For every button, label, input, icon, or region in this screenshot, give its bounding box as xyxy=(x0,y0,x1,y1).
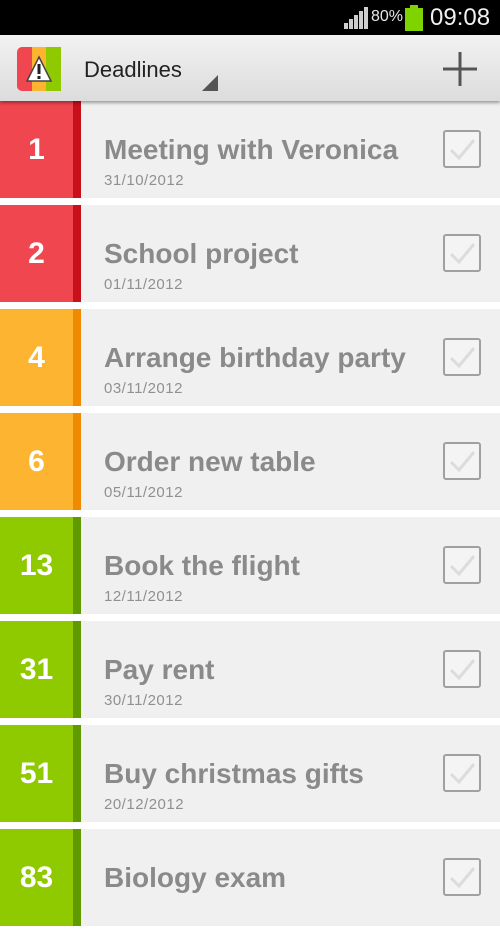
deadline-title: Biology exam xyxy=(104,862,287,893)
complete-checkbox[interactable] xyxy=(442,129,482,169)
complete-checkbox[interactable] xyxy=(442,337,482,377)
days-remaining-badge: 2 xyxy=(0,205,73,302)
days-remaining-badge: 1 xyxy=(0,101,73,198)
app-logo-icon[interactable] xyxy=(17,47,61,91)
urgency-accent-stripe xyxy=(73,309,81,406)
add-deadline-button[interactable] xyxy=(440,49,480,89)
urgency-accent-stripe xyxy=(73,205,81,302)
deadline-row[interactable]: 4 Arrange birthday party 03/11/2012 xyxy=(0,309,500,406)
complete-checkbox[interactable] xyxy=(442,545,482,585)
deadline-row[interactable]: 51 Buy christmas gifts 20/12/2012 xyxy=(0,725,500,822)
deadline-row[interactable]: 13 Book the flight 12/11/2012 xyxy=(0,517,500,614)
complete-checkbox[interactable] xyxy=(442,441,482,481)
deadline-row[interactable]: 2 School project 01/11/2012 xyxy=(0,205,500,302)
urgency-accent-stripe xyxy=(73,621,81,718)
battery-percentage: 80% xyxy=(371,8,404,25)
deadline-date: 03/11/2012 xyxy=(104,380,183,397)
deadline-title: Pay rent xyxy=(104,654,215,685)
action-bar: Deadlines xyxy=(0,35,500,101)
complete-checkbox[interactable] xyxy=(442,649,482,689)
deadline-list: 1 Meeting with Veronica 31/10/2012 2 School … xyxy=(0,101,500,933)
days-remaining-badge: 6 xyxy=(0,413,73,510)
complete-checkbox[interactable] xyxy=(442,753,482,793)
days-remaining-badge: 31 xyxy=(0,621,73,718)
deadline-title: School project xyxy=(104,238,299,269)
status-bar: 80% 09:08 xyxy=(0,0,500,35)
complete-checkbox[interactable] xyxy=(442,857,482,897)
urgency-accent-stripe xyxy=(73,413,81,510)
urgency-accent-stripe xyxy=(73,517,81,614)
deadline-title: Buy christmas gifts xyxy=(104,758,364,789)
deadline-row[interactable]: 31 Pay rent 30/11/2012 xyxy=(0,621,500,718)
days-remaining-badge: 13 xyxy=(0,517,73,614)
days-remaining-badge: 4 xyxy=(0,309,73,406)
battery-icon xyxy=(405,5,423,31)
plus-icon xyxy=(443,52,477,86)
days-remaining-badge: 83 xyxy=(0,829,73,926)
clock: 09:08 xyxy=(430,4,491,31)
deadline-date: 12/11/2012 xyxy=(104,588,183,605)
list-title: Deadlines xyxy=(84,57,182,82)
deadline-date: 30/11/2012 xyxy=(104,692,183,709)
days-remaining-badge: 51 xyxy=(0,725,73,822)
deadline-row[interactable]: 1 Meeting with Veronica 31/10/2012 xyxy=(0,101,500,198)
deadline-row[interactable]: 83 Biology exam xyxy=(0,829,500,926)
deadline-title: Arrange birthday party xyxy=(104,342,406,373)
deadline-date: 31/10/2012 xyxy=(104,172,185,189)
list-selector-spinner[interactable]: Deadlines xyxy=(84,45,224,93)
deadline-title: Order new table xyxy=(104,446,316,477)
deadline-date: 05/11/2012 xyxy=(104,484,183,501)
dropdown-caret-icon xyxy=(202,75,218,91)
deadline-title: Book the flight xyxy=(104,550,300,581)
deadline-date: 01/11/2012 xyxy=(104,276,183,293)
urgency-accent-stripe xyxy=(73,101,81,198)
urgency-accent-stripe xyxy=(73,725,81,822)
deadline-row[interactable]: 6 Order new table 05/11/2012 xyxy=(0,413,500,510)
deadline-title: Meeting with Veronica xyxy=(104,134,399,165)
urgency-accent-stripe xyxy=(73,829,81,926)
complete-checkbox[interactable] xyxy=(442,233,482,273)
deadline-date: 20/12/2012 xyxy=(104,796,185,813)
signal-icon xyxy=(344,7,368,29)
